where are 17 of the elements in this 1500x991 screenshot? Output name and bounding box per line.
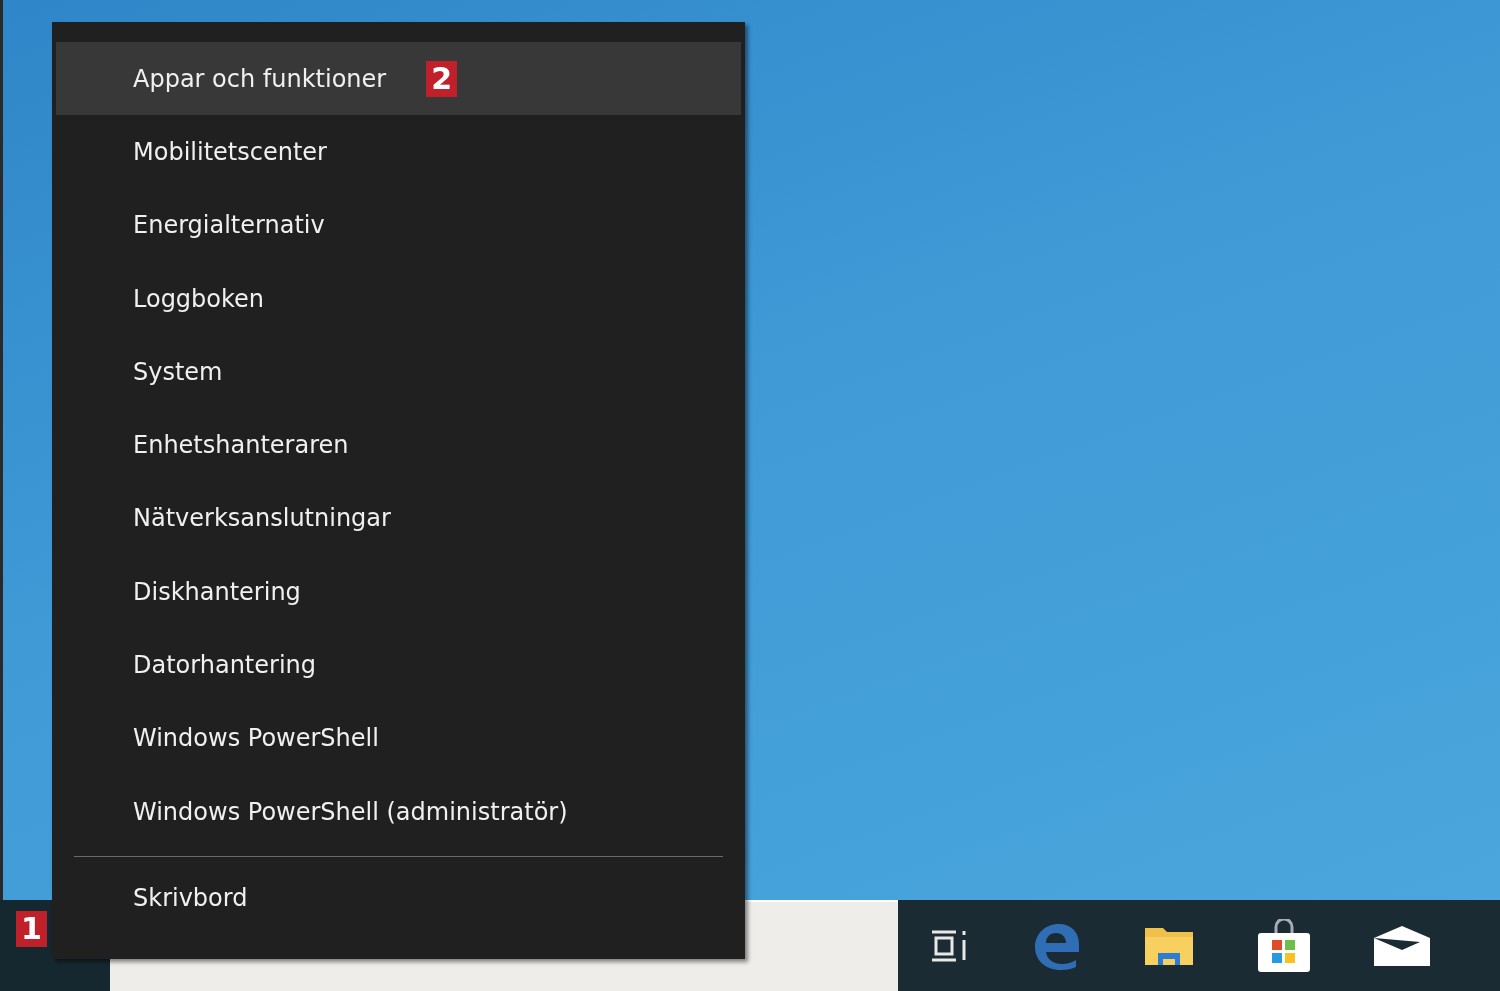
step-number-badge: 1 bbox=[16, 911, 47, 947]
menu-item[interactable]: Appar och funktioner 2 bbox=[56, 42, 741, 116]
shopping-bag-icon[interactable] bbox=[1256, 918, 1312, 973]
menu-item[interactable]: Datorhantering bbox=[56, 628, 741, 702]
menu-item[interactable]: Energialternativ bbox=[56, 188, 741, 262]
step-number-badge: 2 bbox=[426, 60, 458, 97]
menu-item[interactable]: Loggboken bbox=[56, 261, 741, 336]
menu-item[interactable]: Mobilitetscenter bbox=[56, 115, 741, 189]
menu-item[interactable]: System bbox=[56, 335, 741, 409]
menu-item[interactable]: Diskhantering bbox=[56, 555, 741, 629]
menu-item[interactable]: Skrivbord bbox=[56, 861, 741, 935]
mail-icon[interactable] bbox=[1374, 925, 1430, 966]
browser-e-icon[interactable] bbox=[1032, 921, 1082, 970]
menu-item[interactable]: Windows PowerShell (administratör) bbox=[56, 774, 741, 849]
menu-item[interactable]: Nätverksanslutningar bbox=[56, 481, 741, 556]
menu-item[interactable]: Enhetshanteraren bbox=[56, 408, 741, 482]
menu-item[interactable]: Windows PowerShell bbox=[56, 701, 741, 775]
